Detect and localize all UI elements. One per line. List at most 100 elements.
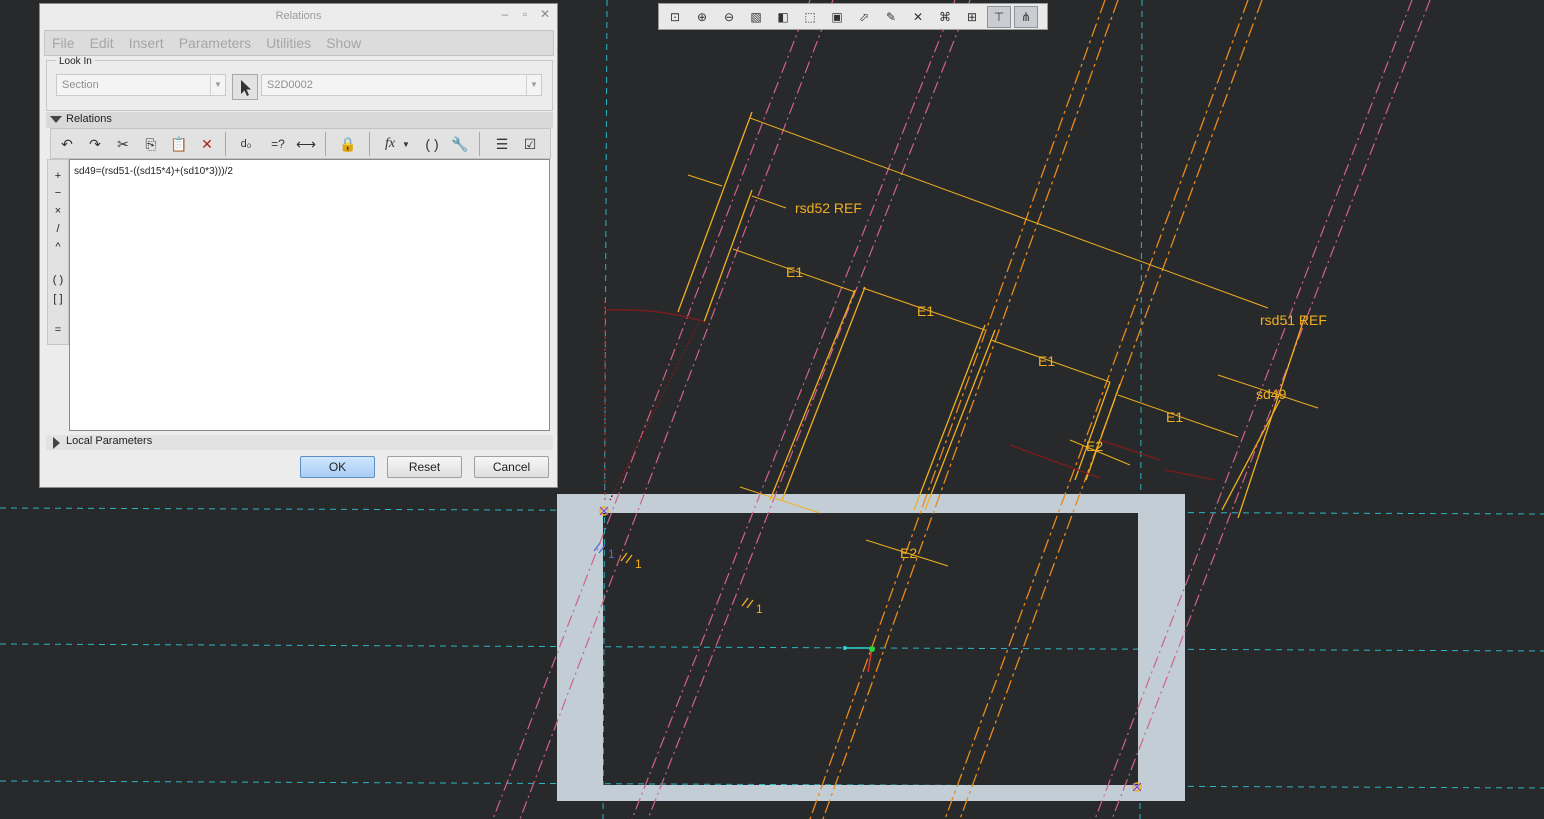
zoom-out-icon[interactable]: ⊖ <box>717 6 741 28</box>
operator-power[interactable]: ^ <box>48 241 68 253</box>
select-item-button[interactable] <box>232 74 258 100</box>
annotation-display-icon[interactable]: ✎ <box>879 6 903 28</box>
faded-dim-2 <box>1099 439 1161 461</box>
copy-icon[interactable]: ⎘ <box>140 133 162 155</box>
insert-function-icon[interactable]: fx <box>379 133 401 155</box>
view-manager-icon[interactable]: ▣ <box>825 6 849 28</box>
maximize-icon[interactable]: ▫ <box>518 7 532 21</box>
menu-utilities[interactable]: Utilities <box>259 35 319 51</box>
sort-relations-icon[interactable]: ☰ <box>491 133 513 155</box>
dim-rsd52-arrow-line <box>687 174 723 187</box>
paste-icon[interactable]: 📋 <box>168 133 190 155</box>
look-in-type-value: Section <box>62 79 99 91</box>
redo-icon[interactable]: ↷ <box>84 133 106 155</box>
vertex-display-icon[interactable]: ⋔ <box>1014 5 1038 28</box>
operator-divide[interactable]: / <box>48 223 68 235</box>
display-style-icon[interactable]: ◧ <box>771 6 795 28</box>
menu-edit[interactable]: Edit <box>83 35 122 51</box>
menu-bar: File Edit Insert Parameters Utilities Sh… <box>44 30 554 56</box>
minimize-icon[interactable]: – <box>498 7 512 21</box>
axis-line-1 <box>809 0 1106 819</box>
menu-insert[interactable]: Insert <box>122 35 172 51</box>
faded-dim-3 <box>1164 469 1216 481</box>
dialog-title: Relations <box>275 10 322 22</box>
relations-section-header[interactable]: Relations <box>46 112 553 128</box>
expand-triangle-icon <box>50 116 62 123</box>
sketch-line-3[interactable] <box>769 289 856 501</box>
dim-e1-4[interactable]: E1 <box>1166 409 1183 425</box>
origin-point[interactable] <box>869 646 875 652</box>
chevron-down-icon: ▼ <box>526 75 541 95</box>
relations-dialog: Relations – ▫ ✕ File Edit Insert Paramet… <box>39 3 558 488</box>
saved-views-icon[interactable]: ⬚ <box>798 6 822 28</box>
axis-line-3 <box>944 0 1249 819</box>
cut-icon[interactable]: ✂ <box>112 133 134 155</box>
operator-plus[interactable]: + <box>48 170 68 182</box>
constraint-label-blue: 1 <box>608 547 615 561</box>
cancel-button[interactable]: Cancel <box>474 456 549 478</box>
dim-rsd52-arrow-line-2 <box>751 195 787 209</box>
constraint-display-icon[interactable]: ⊤ <box>987 5 1011 28</box>
dim-sd49[interactable]: sd49 <box>1256 386 1287 402</box>
spin-center-icon[interactable]: ✕ <box>906 6 930 28</box>
operator-equals[interactable]: = <box>48 324 68 336</box>
local-parameters-header[interactable]: Local Parameters <box>46 435 553 450</box>
menu-parameters[interactable]: Parameters <box>172 35 259 51</box>
function-dropdown-icon[interactable]: ▼ <box>401 133 411 155</box>
menu-file[interactable]: File <box>45 35 83 51</box>
sketch-line-1[interactable] <box>677 111 753 313</box>
operator-parentheses[interactable]: ( ) <box>48 274 68 286</box>
undo-icon[interactable]: ↶ <box>56 133 78 155</box>
sketch-display-icon[interactable]: ⌘ <box>933 6 957 28</box>
centerline-3 <box>631 0 956 819</box>
dim-e1-1[interactable]: E1 <box>786 264 803 280</box>
check-syntax-icon[interactable]: ☑ <box>519 133 541 155</box>
relations-editor[interactable]: sd49=(rsd51-((sd15*4)+(sd10*3)))/2 <box>69 159 550 431</box>
refit-icon[interactable]: ⊡ <box>663 6 687 28</box>
dim-e1-3[interactable]: E1 <box>1038 353 1055 369</box>
collapse-triangle-icon <box>53 437 60 449</box>
operator-minus[interactable]: − <box>48 187 68 199</box>
relation-line[interactable]: sd49=(rsd51-((sd15*4)+(sd10*3)))/2 <box>74 166 233 177</box>
operators-palette: + − × / ^ ( ) [ ] = <box>47 159 69 345</box>
insert-parameter-icon[interactable]: 🔧 <box>449 133 471 155</box>
dialog-titlebar[interactable]: Relations – ▫ ✕ <box>40 4 557 28</box>
show-dimension-names-icon[interactable]: d₀ <box>235 133 257 155</box>
sketch-line-7[interactable] <box>1074 381 1111 481</box>
menu-show[interactable]: Show <box>319 35 369 51</box>
operator-brackets[interactable]: [ ] <box>48 293 68 305</box>
centerline-4 <box>647 0 971 819</box>
insert-dimension-icon[interactable]: ⟷ <box>295 133 317 155</box>
relations-label: Relations <box>66 113 112 125</box>
datum-display-icon[interactable]: ⬀ <box>852 6 876 28</box>
operator-multiply[interactable]: × <box>48 205 68 217</box>
close-icon[interactable]: ✕ <box>538 7 552 21</box>
local-parameters-label: Local Parameters <box>66 435 153 447</box>
reset-button[interactable]: Reset <box>387 456 462 478</box>
dim-rsd51-ref[interactable]: rsd51 REF <box>1260 312 1327 328</box>
constraint-label-2: 1 <box>756 602 763 616</box>
sketch-line-5[interactable] <box>913 324 986 511</box>
repaint-icon[interactable]: ▧ <box>744 6 768 28</box>
constraint-label-1: 1 <box>635 557 642 571</box>
relations-toolbar: ↶ ↷ ✂ ⎘ 📋 ✕ d₀ =? ⟷ 🔒 fx ▼ ( ) 🔧 ☰ ☑ <box>50 128 551 159</box>
dim-e2-bottom[interactable]: E2 <box>900 545 917 561</box>
insert-parentheses-icon[interactable]: ( ) <box>421 133 443 155</box>
dim-rsd52-ref[interactable]: rsd52 REF <box>795 200 862 216</box>
dim-e1-2[interactable]: E1 <box>917 303 934 319</box>
graphics-toolbar: ⊡ ⊕ ⊖ ▧ ◧ ⬚ ▣ ⬀ ✎ ✕ ⌘ ⊞ ⊤ ⋔ <box>658 3 1048 30</box>
axis-line-2 <box>822 0 1119 819</box>
ok-button[interactable]: OK <box>300 456 375 478</box>
delete-icon[interactable]: ✕ <box>196 133 218 155</box>
verify-relations-icon[interactable]: 🔒 <box>337 133 359 155</box>
dimension-display-icon[interactable]: ⊞ <box>960 6 984 28</box>
zoom-in-icon[interactable]: ⊕ <box>690 6 714 28</box>
evaluate-icon[interactable]: =? <box>267 133 289 155</box>
sketch-line-6[interactable] <box>924 329 996 511</box>
dim-e2-top[interactable]: E2 <box>1086 438 1103 454</box>
look-in-label: Look In <box>56 56 95 67</box>
sketch-line-4[interactable] <box>781 286 866 501</box>
look-in-item-select[interactable]: S2D0002 ▼ <box>261 74 542 96</box>
look-in-type-select[interactable]: Section ▼ <box>56 74 226 96</box>
sketch-line-8[interactable] <box>1085 383 1121 481</box>
